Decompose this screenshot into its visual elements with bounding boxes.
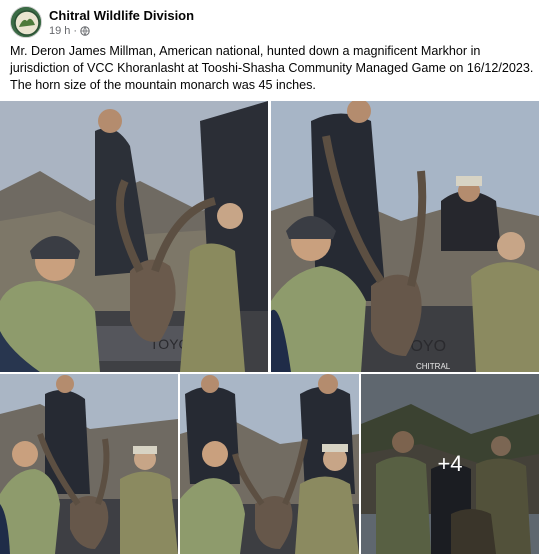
more-photos-count: +4 — [437, 451, 463, 476]
page-avatar[interactable] — [10, 6, 42, 38]
post-header: Chitral Wildlife Division 19 h · — [0, 0, 539, 40]
hunt-photo-2: TOYO CHITRAL — [271, 101, 539, 372]
hunt-photo-1: TOYO — [0, 101, 268, 372]
globe-icon — [80, 26, 90, 36]
svg-text:CHITRAL: CHITRAL — [416, 362, 451, 371]
photo-1[interactable]: TOYO — [0, 101, 268, 372]
photo-3[interactable] — [0, 374, 178, 554]
post-meta: 19 h · — [49, 25, 90, 37]
post-timestamp[interactable]: 19 h — [49, 25, 70, 37]
photo-2[interactable]: TOYO CHITRAL — [271, 101, 539, 372]
meta-separator: · — [73, 25, 78, 37]
post-message: Mr. Deron James Millman, American nation… — [10, 44, 534, 92]
page-name-link[interactable]: Chitral Wildlife Division — [49, 8, 194, 23]
hunt-photo-3 — [0, 374, 178, 554]
hunt-photo-4 — [180, 374, 359, 554]
photo-4[interactable] — [180, 374, 359, 554]
more-photos-overlay[interactable]: +4 — [361, 374, 539, 554]
photo-5[interactable]: +4 — [361, 374, 539, 554]
